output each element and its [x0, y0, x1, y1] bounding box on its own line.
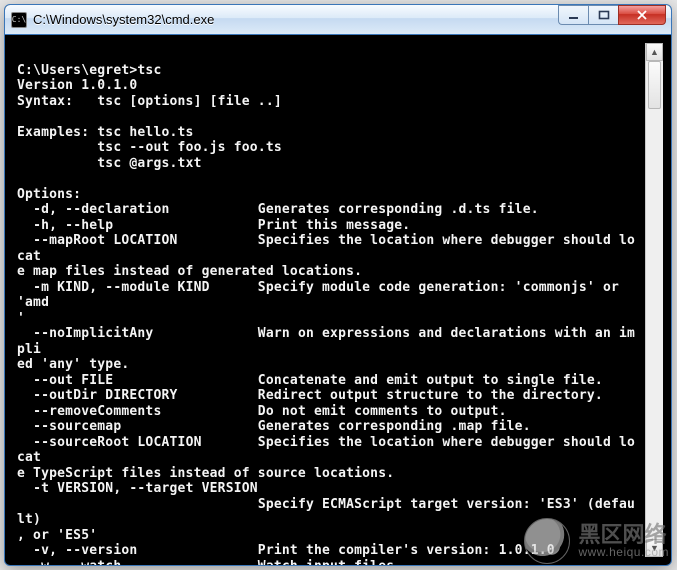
window-controls: [558, 5, 666, 27]
title-bar[interactable]: C:\ C:\Windows\system32\cmd.exe: [5, 5, 671, 35]
close-icon: [636, 10, 648, 20]
cmd-icon: C:\: [11, 12, 27, 28]
scroll-up-button[interactable]: ▲: [646, 43, 663, 61]
vertical-scrollbar[interactable]: ▲ ▼: [645, 43, 663, 557]
terminal-viewport: C:\Users\egret>tsc Version 1.0.1.0 Synta…: [13, 43, 645, 557]
scroll-down-button[interactable]: ▼: [646, 539, 663, 557]
maximize-button[interactable]: [588, 5, 618, 25]
maximize-icon: [598, 10, 610, 20]
minimize-button[interactable]: [558, 5, 588, 25]
close-button[interactable]: [618, 5, 666, 25]
minimize-icon: [568, 10, 580, 20]
scroll-track[interactable]: [646, 61, 663, 539]
window-title: C:\Windows\system32\cmd.exe: [33, 12, 558, 27]
cmd-window: C:\ C:\Windows\system32\cmd.exe C:\Users…: [4, 4, 672, 566]
terminal-output[interactable]: C:\Users\egret>tsc Version 1.0.1.0 Synta…: [13, 43, 645, 566]
scroll-thumb[interactable]: [648, 61, 661, 109]
